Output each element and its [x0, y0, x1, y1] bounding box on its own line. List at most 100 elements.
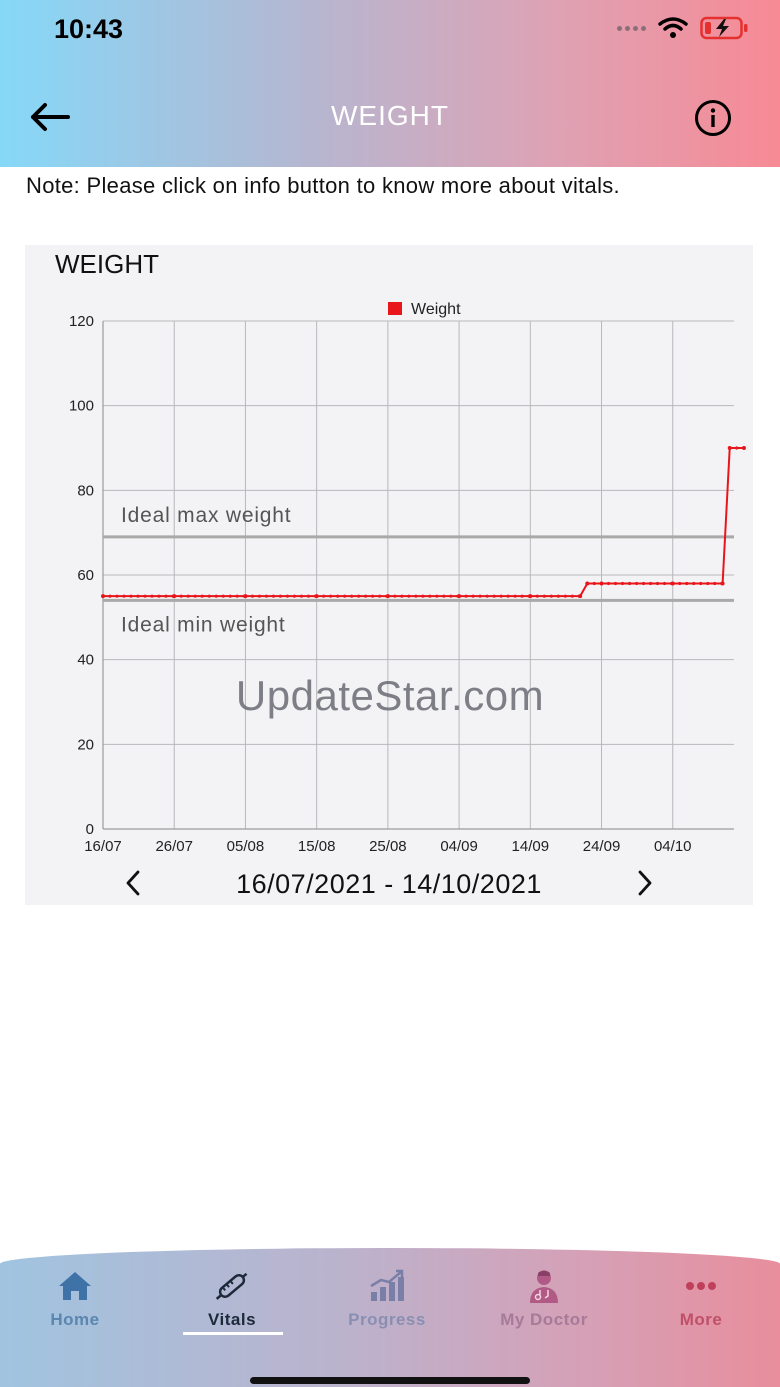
data-point	[471, 594, 475, 598]
data-point	[599, 581, 603, 586]
tab-more[interactable]: More	[631, 1268, 771, 1338]
weight-chart-card: WEIGHT 0 20 40 60 80 100 120 16/07 26/07 05/08 15/…	[25, 245, 753, 905]
y-tick-label: 60	[77, 567, 94, 584]
data-point	[742, 446, 746, 450]
signal-icon	[617, 25, 646, 31]
data-point	[207, 594, 211, 598]
data-point	[179, 594, 183, 598]
data-point	[407, 594, 411, 598]
tab-vitals[interactable]: Vitals	[162, 1268, 302, 1338]
data-point	[685, 581, 689, 586]
y-tick-label: 100	[69, 398, 94, 415]
tab-progress[interactable]: Progress	[317, 1268, 457, 1338]
y-tick-label: 20	[77, 736, 94, 753]
info-button[interactable]	[694, 99, 732, 137]
data-point	[122, 594, 126, 598]
data-point	[478, 594, 482, 598]
data-point	[143, 594, 147, 598]
y-tick-label: 40	[77, 652, 94, 669]
tab-home[interactable]: Home	[5, 1268, 145, 1338]
reference-line-label: Ideal max weight	[121, 504, 291, 527]
wifi-icon	[658, 17, 688, 38]
data-point	[200, 594, 204, 598]
data-point	[442, 594, 446, 598]
thermometer-icon	[215, 1272, 248, 1300]
data-point	[329, 594, 333, 598]
date-range-bar: 16/07/2021 - 14/10/2021	[25, 865, 753, 909]
vitals-note: Note: Please click on info button to kno…	[26, 173, 620, 198]
data-point	[641, 581, 646, 586]
data-point	[150, 594, 154, 598]
data-point	[343, 594, 347, 598]
x-tick-label: 14/09	[512, 838, 550, 855]
data-point	[285, 594, 290, 598]
data-point	[706, 581, 710, 586]
data-point	[336, 594, 340, 598]
data-point	[592, 581, 596, 586]
x-tick-label: 16/07	[84, 838, 122, 855]
data-point	[421, 594, 425, 598]
data-point	[577, 594, 581, 598]
data-point	[250, 594, 255, 598]
data-point	[414, 594, 418, 598]
data-point	[378, 594, 382, 598]
data-point	[242, 594, 246, 598]
data-point	[350, 594, 354, 598]
page-title: WEIGHT	[331, 100, 449, 131]
y-tick-label: 80	[77, 482, 94, 499]
status-time: 10:43	[54, 14, 124, 44]
data-point	[449, 594, 453, 598]
data-point	[322, 594, 326, 598]
data-point	[364, 594, 368, 598]
data-point	[171, 594, 175, 598]
data-point	[186, 594, 190, 598]
data-point	[435, 594, 439, 598]
data-point	[257, 594, 262, 598]
data-point	[428, 594, 432, 598]
data-point	[627, 581, 632, 586]
tab-my-doctor[interactable]: My Doctor	[474, 1268, 614, 1338]
data-point	[129, 594, 133, 598]
data-point	[157, 594, 161, 598]
y-tick-label: 120	[69, 313, 94, 330]
data-point	[713, 581, 717, 586]
data-point	[485, 594, 489, 598]
tab-vitals-label: Vitals	[207, 1310, 257, 1329]
y-tick-label: 0	[86, 821, 94, 838]
data-point	[221, 594, 225, 598]
data-point	[136, 594, 140, 598]
data-point	[371, 594, 375, 598]
legend-label: Weight	[411, 301, 461, 318]
app-header: 10:43 WEIGHT	[0, 0, 780, 167]
data-point	[620, 581, 625, 586]
status-icons	[617, 16, 750, 40]
tab-my-doctor-label: My Doctor	[500, 1310, 588, 1329]
next-range-button[interactable]	[631, 867, 659, 899]
active-tab-indicator	[183, 1332, 283, 1335]
data-point	[585, 581, 590, 586]
data-point	[699, 581, 703, 586]
data-point	[393, 594, 397, 598]
data-point	[506, 594, 510, 598]
data-point	[648, 581, 653, 586]
weight-chart: 0 20 40 60 80 100 120 16/07 26/07 05/08 15/08 25/08…	[69, 301, 746, 855]
data-point	[634, 581, 639, 586]
watermark: UpdateStar.com	[235, 672, 545, 719]
data-point	[692, 581, 696, 586]
data-point	[727, 446, 732, 450]
data-point	[735, 446, 739, 450]
bottom-tab-bar: Home Vitals Progress My Doctor More	[0, 1248, 780, 1387]
data-point	[549, 594, 553, 598]
data-point	[228, 594, 232, 598]
data-point	[513, 594, 517, 598]
more-dots-icon	[686, 1282, 716, 1290]
data-point	[299, 594, 304, 598]
tab-home-label: Home	[50, 1310, 100, 1329]
data-point	[499, 594, 503, 598]
data-point	[264, 594, 269, 598]
bar-chart-icon	[370, 1269, 404, 1301]
legend-swatch	[388, 302, 402, 315]
data-point	[556, 594, 560, 598]
data-point	[385, 594, 389, 598]
battery-charging-icon	[700, 16, 748, 40]
